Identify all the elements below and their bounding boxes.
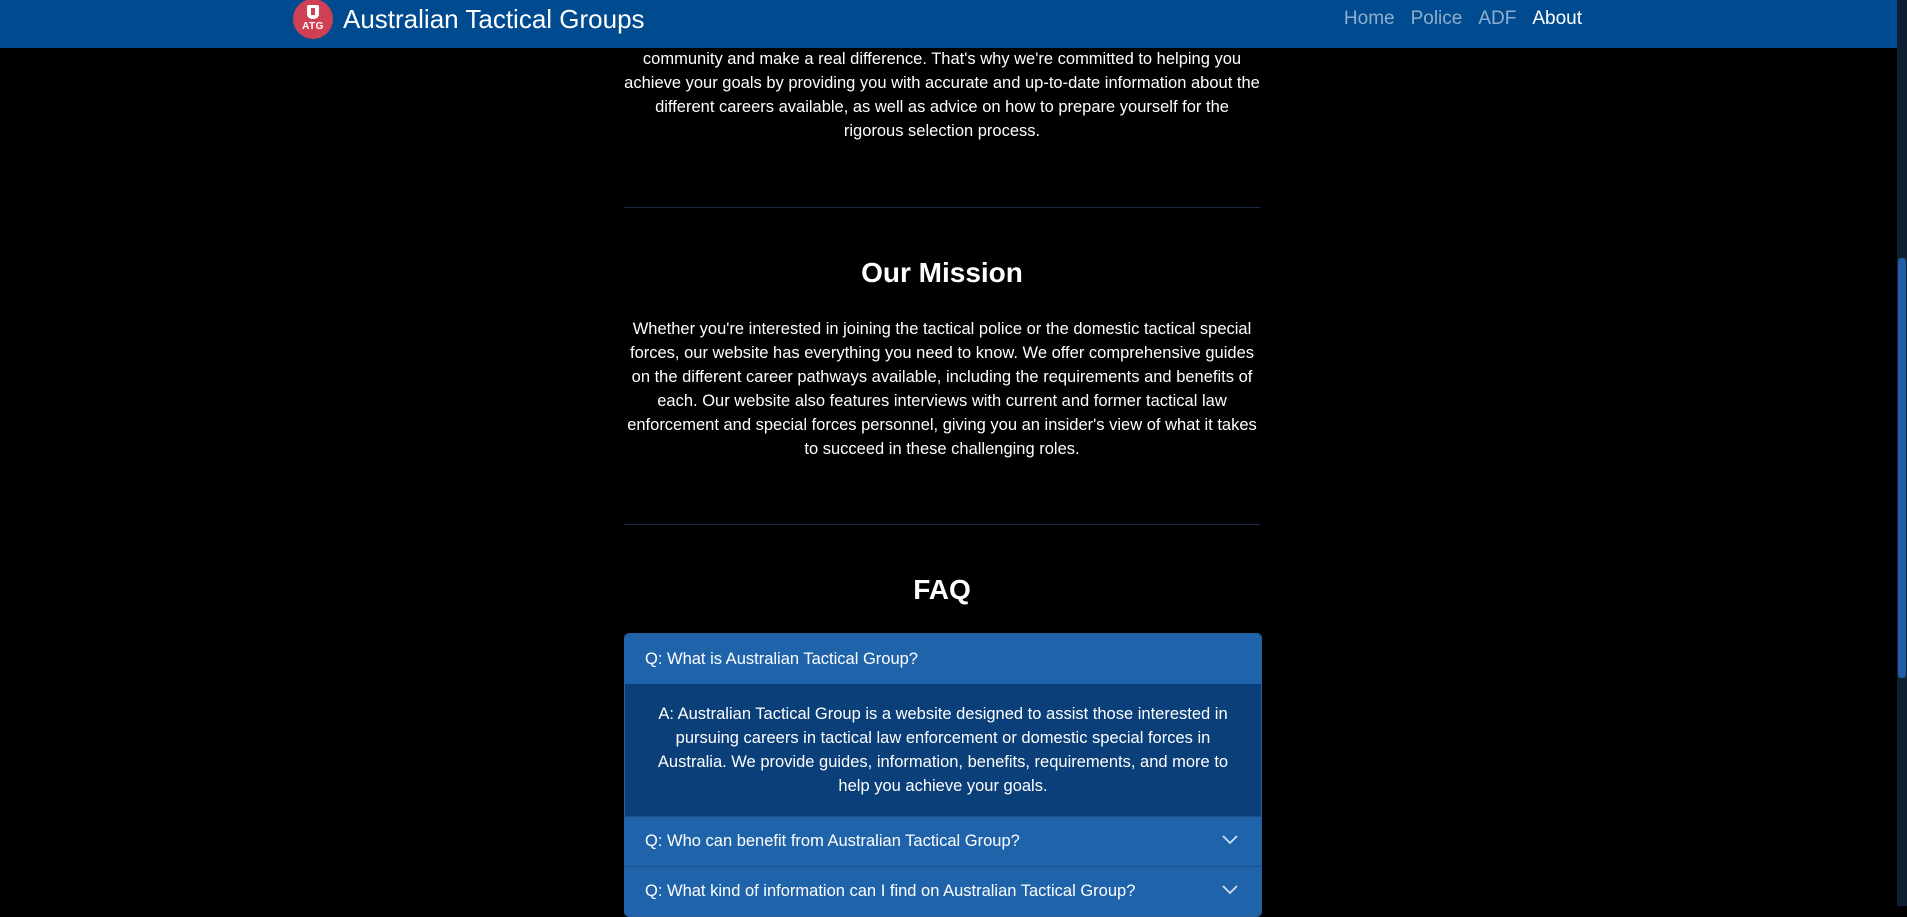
faq-question-1[interactable]: Q: What is Australian Tactical Group?: [625, 634, 1261, 684]
atg-logo-icon: ATG: [293, 0, 333, 39]
mission-text: Whether you're interested in joining the…: [627, 320, 1257, 458]
nav-link-police[interactable]: Police: [1411, 8, 1463, 30]
faq-question-text: Q: What kind of information can I find o…: [645, 882, 1136, 900]
top-navbar: ATG Australian Tactical Groups Home Poli…: [0, 0, 1897, 48]
brand[interactable]: ATG Australian Tactical Groups: [293, 0, 645, 39]
brand-name[interactable]: Australian Tactical Groups: [343, 4, 645, 35]
chevron-down-icon: [1222, 885, 1238, 895]
nav-links: Home Police ADF About: [1344, 0, 1582, 38]
section-divider: [624, 524, 1260, 525]
section-divider: [624, 207, 1260, 208]
nav-link-home[interactable]: Home: [1344, 8, 1395, 30]
faq-answer-1: A: Australian Tactical Group is a websit…: [625, 684, 1261, 816]
faq-question-text: Q: What is Australian Tactical Group?: [645, 649, 918, 668]
mission-title: Our Mission: [861, 257, 1023, 288]
scrollbar-thumb[interactable]: [1898, 258, 1906, 678]
shield-icon: [307, 5, 319, 19]
faq-question-3[interactable]: Q: What kind of information can I find o…: [625, 866, 1261, 916]
faq-question-text: Q: Who can benefit from Australian Tacti…: [645, 832, 1020, 850]
faq-title: FAQ: [913, 574, 971, 605]
faq-accordion: Q: What is Australian Tactical Group? A:…: [624, 633, 1262, 917]
nav-link-adf[interactable]: ADF: [1478, 8, 1516, 30]
intro-text: community and make a real difference. Th…: [624, 50, 1260, 140]
logo-text: ATG: [302, 21, 324, 32]
chevron-down-icon: [1222, 835, 1238, 845]
nav-link-about[interactable]: About: [1532, 8, 1582, 30]
page-scrollbar[interactable]: [1897, 0, 1907, 906]
faq-question-2[interactable]: Q: Who can benefit from Australian Tacti…: [625, 816, 1261, 866]
